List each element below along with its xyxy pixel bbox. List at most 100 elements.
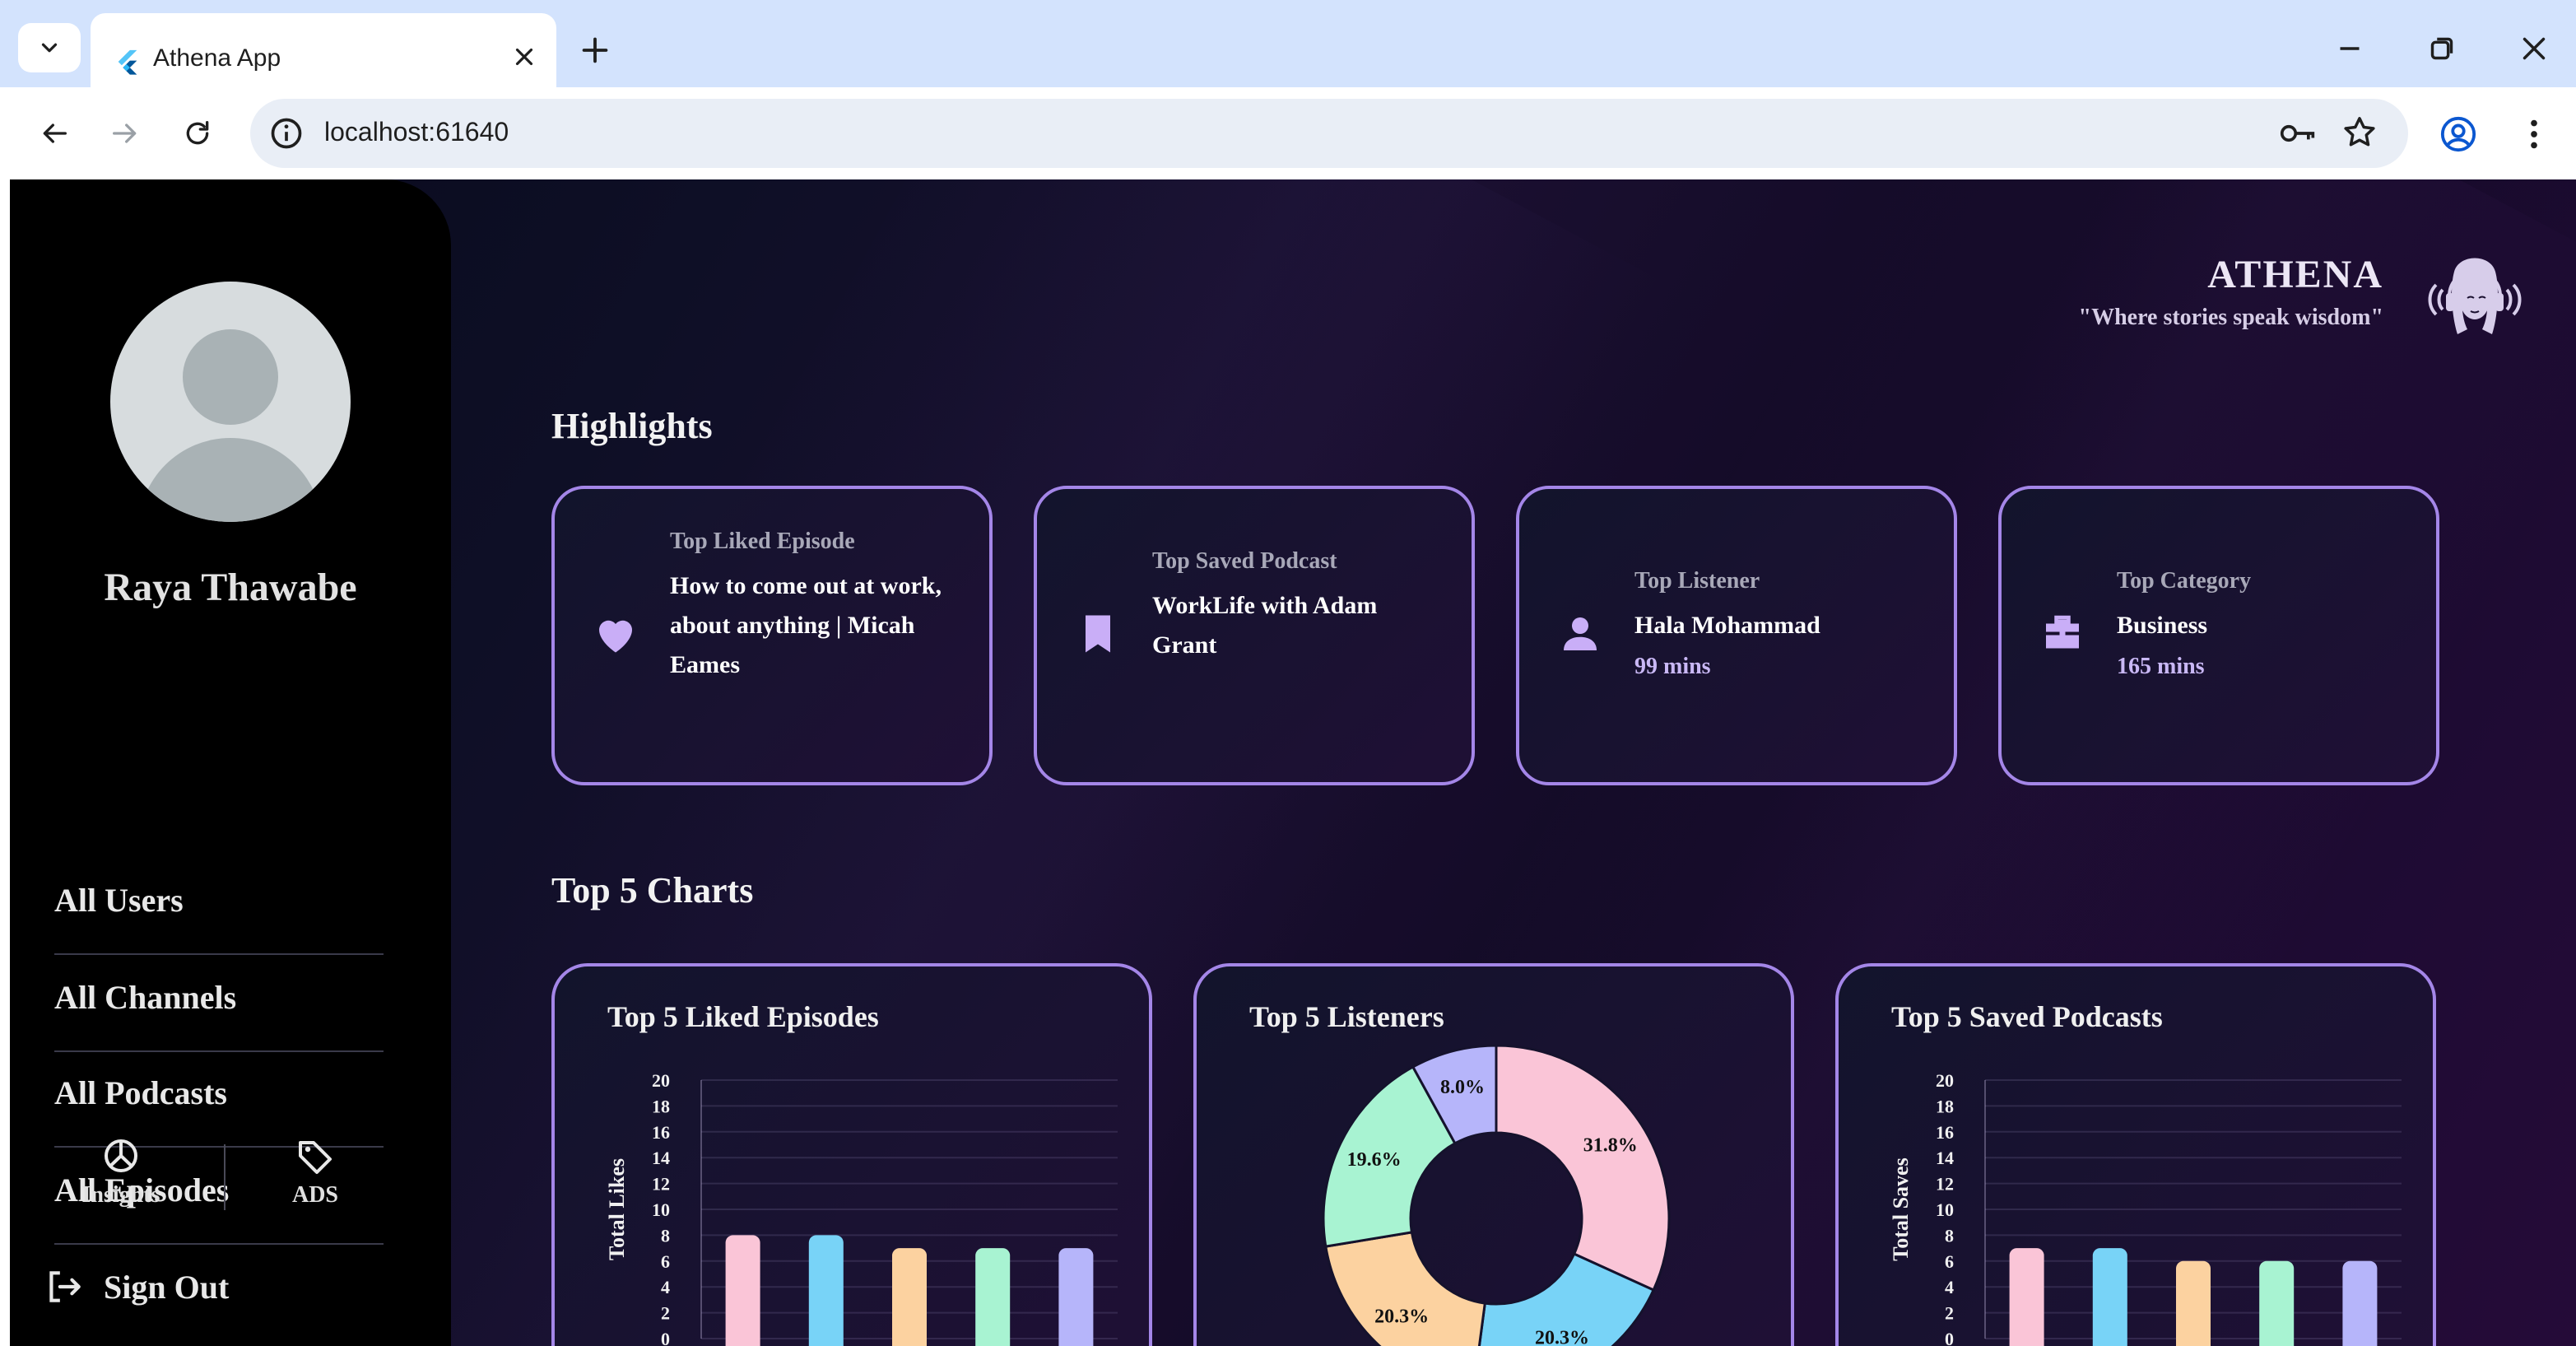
forward-button[interactable] [102,110,148,156]
y-tick-label: 12 [652,1174,670,1195]
charts-section-title: Top 5 Charts [551,870,754,911]
y-tick-label: 20 [652,1070,670,1091]
sign-out-label: Sign Out [104,1268,230,1306]
url-text[interactable]: localhost:61640 [324,117,509,147]
donut-slice [1495,1044,1671,1292]
y-tick-label: 2 [1945,1303,1954,1324]
y-tick-label: 16 [1936,1122,1954,1143]
bar [725,1235,760,1346]
sidebar-item-all-channels[interactable]: All Channels [54,955,384,1052]
y-tick-label: 6 [661,1251,670,1272]
bar [1058,1248,1094,1346]
highlight-value: WorkLife with Adam Grant [1152,592,1378,659]
avatar-body [138,438,323,522]
sidebar-item-label: All Podcasts [54,1074,227,1111]
tab-search-button[interactable] [18,23,81,72]
insights-label: Insights [81,1182,160,1208]
browser-tab[interactable]: Athena App [91,13,556,87]
bar [2009,1248,2044,1346]
y-tick-label: 14 [1936,1148,1954,1168]
chart-card-top-listeners: Top 5 Listeners 31.8% 20.3% 20.3% 19.6% 8.0% [1193,963,1794,1346]
y-tick-label: 2 [661,1303,670,1324]
bar [808,1235,844,1346]
close-icon[interactable] [510,43,538,71]
bar-chart-saved-podcasts: 0 2 4 6 8 10 12 14 16 18 20 Total Saves [1889,1070,2402,1346]
brand-tagline: "Where stories speak wisdom" [2078,305,2383,330]
back-button[interactable] [31,110,77,156]
y-axis-label: Total Saves [1889,1157,1913,1260]
chart-card-top-liked-episodes: Top 5 Liked Episodes 0 2 4 6 8 10 12 14 16 18 20 To… [551,963,1152,1346]
browser-toolbar: localhost:61640 [0,87,2576,179]
y-tick-label: 20 [1936,1070,1954,1091]
highlights-title: Highlights [551,406,713,446]
slice-label: 19.6% [1347,1149,1402,1171]
highlight-label: Top Listener [1634,568,1760,594]
site-info-icon[interactable] [268,115,305,151]
heart-icon [599,620,632,653]
avatar[interactable] [110,282,351,522]
slice-label: 8.0% [1440,1077,1485,1098]
minimize-icon[interactable] [2331,30,2369,68]
highlight-card-top-saved-podcast[interactable]: Top Saved Podcast WorkLife with Adam Gra… [1034,486,1475,785]
browser-tab-bar: Athena App [0,0,2576,87]
plus-icon[interactable] [576,31,614,69]
slice-label: 31.8% [1583,1135,1638,1157]
sidebar-item-label: All Channels [54,979,237,1016]
sidebar-item-all-users[interactable]: All Users [54,858,384,955]
profile-icon[interactable] [2439,115,2477,153]
brand-name: ATHENA [2207,253,2383,296]
bar-chart-liked-episodes: 0 2 4 6 8 10 12 14 16 18 20 Total Likes [605,1070,1118,1346]
highlight-label: Top Saved Podcast [1152,548,1337,574]
ads-button[interactable]: ADS [253,1136,377,1209]
window-close-icon[interactable] [2515,30,2553,68]
y-tick-label: 8 [1945,1225,1954,1246]
highlight-sub: 165 mins [2117,654,2205,679]
highlight-value: Hala Mohammad [1634,612,1820,639]
highlight-sub: 99 mins [1634,654,1711,679]
logout-icon [49,1271,81,1302]
address-bar[interactable]: localhost:61640 [250,99,2408,168]
star-icon[interactable] [2341,114,2378,151]
y-tick-label: 14 [652,1148,670,1168]
highlight-value: How to come out at work, about anything … [670,572,942,678]
chart-card-top-saved-podcasts: Top 5 Saved Podcasts 0 2 4 6 8 10 12 14 16 18 20 To… [1835,963,2436,1346]
username: Raya Thawabe [104,566,357,609]
bar [892,1248,927,1346]
restore-icon[interactable] [2423,30,2461,68]
person-icon [1564,617,1597,650]
sidebar-item-label: All Users [54,882,184,919]
sidebar-bottom-nav: Insights ADS [59,1136,405,1218]
app-viewport: Raya Thawabe All Users All Channels All … [10,179,2576,1346]
bar [2176,1260,2211,1346]
y-tick-label: 0 [661,1329,670,1346]
highlight-label: Top Category [2117,568,2252,594]
slice-label: 20.3% [1535,1327,1589,1346]
highlight-value: Business [2117,612,2208,639]
donut-slice [1324,1231,1487,1346]
sidebar-item-all-podcasts[interactable]: All Podcasts [54,1050,384,1148]
highlight-card-top-liked-episode[interactable]: Top Liked Episode How to come out at wor… [551,486,993,785]
tag-icon [299,1141,332,1174]
bar [975,1248,1011,1346]
y-tick-label: 10 [652,1199,670,1220]
sign-out-button[interactable]: Sign Out [43,1258,229,1316]
y-tick-label: 8 [661,1225,670,1246]
insights-button[interactable]: Insights [59,1136,183,1209]
y-tick-label: 16 [652,1122,670,1143]
y-axis-label: Total Likes [605,1158,629,1260]
highlight-card-top-category[interactable]: Top Category Business 165 mins [1998,486,2439,785]
highlight-label: Top Liked Episode [670,529,855,554]
ads-label: ADS [291,1182,338,1208]
reload-button[interactable] [174,110,221,156]
bookmark-icon [1086,615,1110,653]
y-tick-label: 6 [1945,1251,1954,1272]
slice-label: 20.3% [1374,1306,1429,1327]
kebab-menu-icon[interactable] [2515,114,2553,155]
bar [2259,1260,2295,1346]
y-tick-label: 12 [1936,1174,1954,1195]
key-icon[interactable] [2278,115,2318,151]
y-tick-label: 18 [652,1096,670,1116]
highlight-card-top-listener[interactable]: Top Listener Hala Mohammad 99 mins [1516,486,1957,785]
back-arrow-icon [43,123,67,143]
bar [2342,1260,2378,1346]
